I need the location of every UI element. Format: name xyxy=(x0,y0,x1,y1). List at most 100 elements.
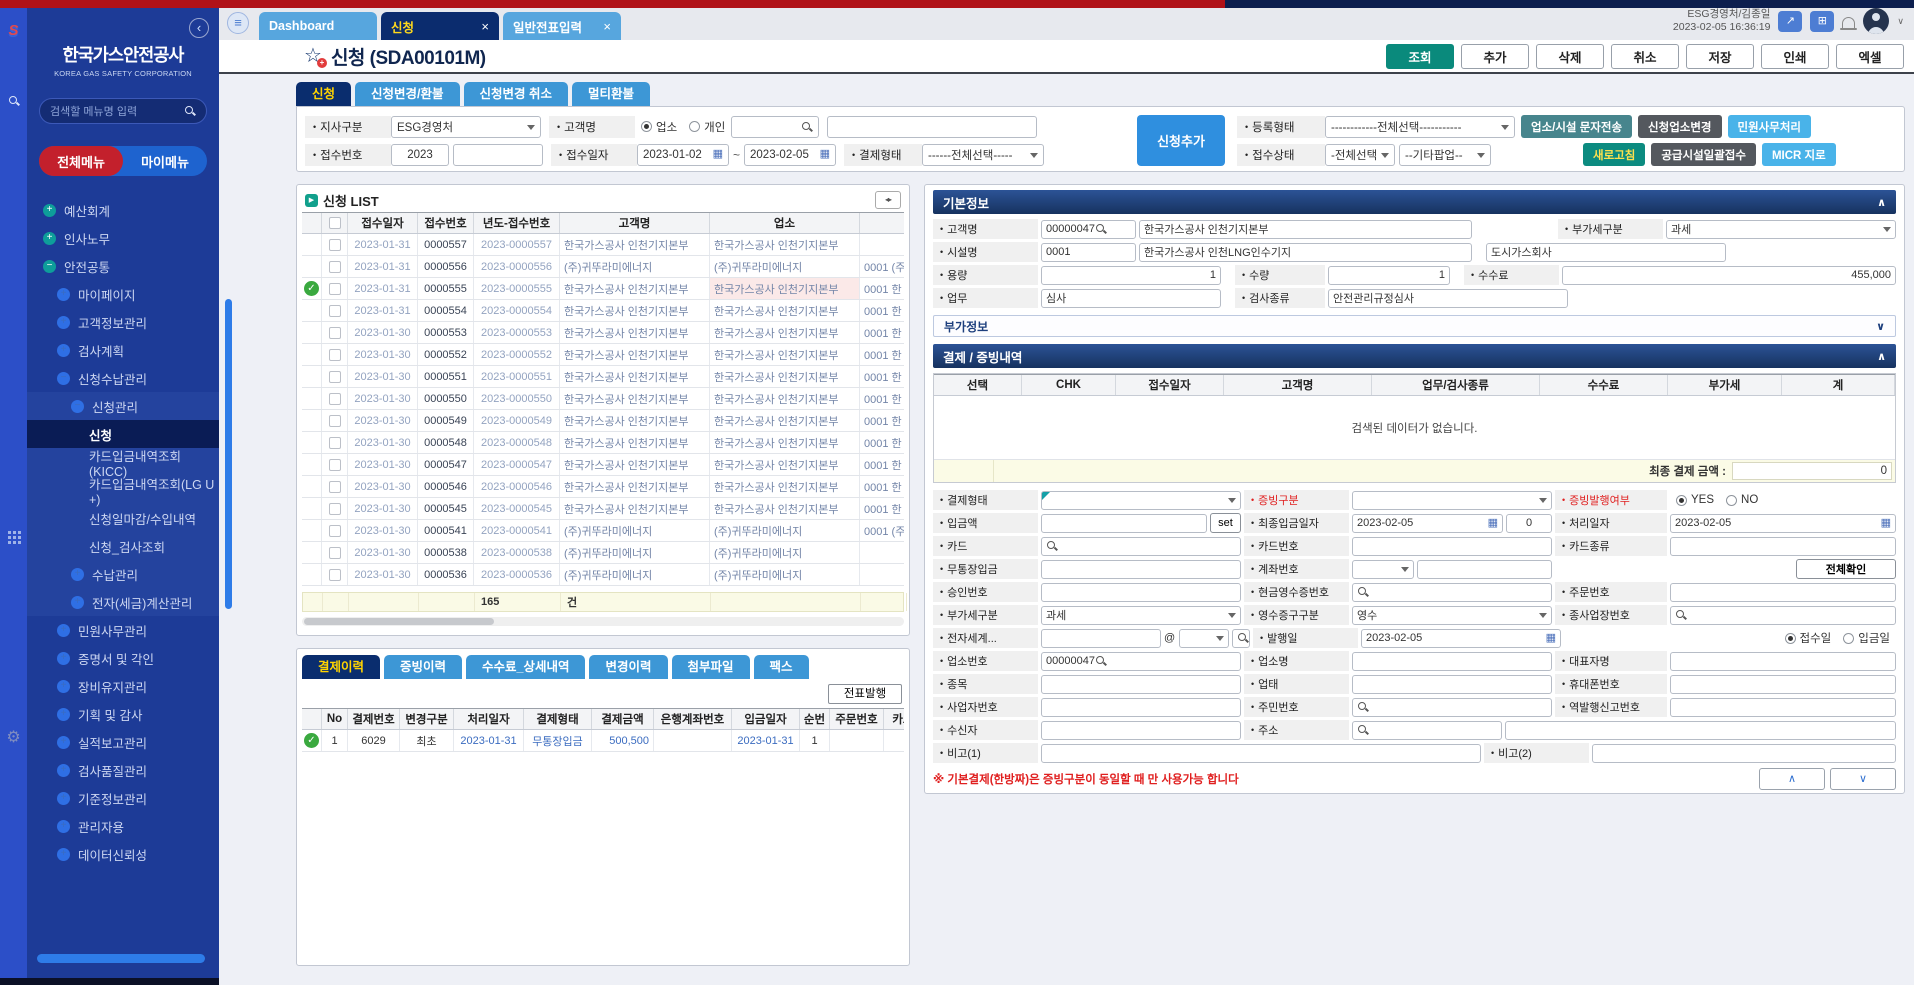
subtab[interactable]: 신청변경/환불 xyxy=(355,82,459,106)
favorite-star-icon[interactable]: ☆+ xyxy=(304,46,322,66)
status-select[interactable]: -전체선택 xyxy=(1325,144,1395,166)
sidebar-item[interactable]: +데이터신뢰성 xyxy=(27,840,219,868)
payment-section-header[interactable]: 결제 / 증빙내역 ∧ xyxy=(933,344,1896,368)
search-input[interactable] xyxy=(1352,698,1552,717)
history-row[interactable]: ✓16029최초2023-01-31무통장입금500,5002023-01-31… xyxy=(302,730,904,752)
search-input[interactable] xyxy=(1352,583,1552,602)
row-checkbox[interactable] xyxy=(329,415,341,427)
sidebar-item[interactable]: +장비유지관리 xyxy=(27,672,219,700)
sidebar-scrollbar[interactable] xyxy=(37,954,205,963)
checkbox-cell[interactable] xyxy=(322,410,348,431)
checkbox-cell[interactable] xyxy=(322,366,348,387)
row-checkbox[interactable] xyxy=(329,481,341,493)
history-tab[interactable]: 첨부파일 xyxy=(672,655,750,679)
expand-plus-icon[interactable]: + xyxy=(43,204,56,217)
sidebar-item[interactable]: +기준정보관리 xyxy=(27,784,219,812)
checkbox-cell[interactable] xyxy=(322,278,348,299)
row-checkbox[interactable] xyxy=(329,349,341,361)
micr-giro-button[interactable]: MICR 지로 xyxy=(1762,143,1836,166)
table-row[interactable]: 2023-01-3000005532023-0000553한국가스공사 인천기지… xyxy=(302,322,904,344)
row-checkbox[interactable] xyxy=(329,371,341,383)
scroll-up-button[interactable]: ∧ xyxy=(1759,768,1825,790)
expand-plus-icon[interactable]: + xyxy=(57,848,70,861)
confirm-all-button[interactable]: 전체확인 xyxy=(1796,559,1896,579)
scroll-down-button[interactable]: ∨ xyxy=(1830,768,1896,790)
extra-info-header[interactable]: 부가정보 ∨ xyxy=(933,315,1896,337)
toolbar-button[interactable]: 저장 xyxy=(1686,44,1754,69)
radio-button[interactable] xyxy=(1785,633,1796,644)
search-icon[interactable] xyxy=(8,95,20,107)
sidebar-item[interactable]: +마이페이지 xyxy=(27,280,219,308)
notification-bell-icon[interactable] xyxy=(1842,17,1855,28)
checkbox-cell[interactable] xyxy=(322,300,348,321)
expand-plus-icon[interactable]: + xyxy=(71,596,84,609)
my-menu-button[interactable]: 마이메뉴 xyxy=(123,146,207,176)
text-input[interactable]: 1 xyxy=(1041,266,1221,285)
expand-plus-icon[interactable]: + xyxy=(57,652,70,665)
checkbox-cell[interactable] xyxy=(322,520,348,541)
text-input[interactable] xyxy=(1505,721,1896,740)
row-checkbox[interactable] xyxy=(329,569,341,581)
bulk-receipt-button[interactable]: 공급시설일괄접수 xyxy=(1651,143,1756,166)
text-input[interactable] xyxy=(1041,583,1241,602)
registration-type-select[interactable]: ------------전체선택----------- xyxy=(1325,116,1515,138)
calendar-icon[interactable]: ▦ xyxy=(1546,633,1556,644)
text-input[interactable] xyxy=(1592,744,1896,763)
text-input[interactable] xyxy=(1670,675,1896,694)
sidebar-item[interactable]: +기획 및 감사 xyxy=(27,700,219,728)
branch-select[interactable]: ESG경영처 xyxy=(391,116,541,138)
date-input[interactable]: 2023-02-05▦ xyxy=(1670,514,1896,533)
text-input[interactable]: 455,000 xyxy=(1562,266,1896,285)
text-input[interactable] xyxy=(1041,560,1241,579)
table-row[interactable]: 2023-01-3000005492023-0000549한국가스공사 인천기지… xyxy=(302,410,904,432)
history-tab[interactable]: 변경이력 xyxy=(589,655,667,679)
text-input[interactable] xyxy=(1041,721,1241,740)
sidebar-item[interactable]: +예산회계 xyxy=(27,196,219,224)
calendar-icon[interactable]: ▦ xyxy=(1488,518,1498,529)
receipt-no-input[interactable] xyxy=(453,144,543,166)
change-business-button[interactable]: 신청업소변경 xyxy=(1638,115,1721,138)
sidebar-item[interactable]: 신청 xyxy=(27,420,219,448)
sms-send-button[interactable]: 업소/시설 문자전송 xyxy=(1521,115,1632,138)
table-row[interactable]: 2023-01-3000005452023-0000545한국가스공사 인천기지… xyxy=(302,498,904,520)
tab-일반전표입력[interactable]: 일반전표입력× xyxy=(503,12,621,40)
toolbar-button[interactable]: 삭제 xyxy=(1536,44,1604,69)
history-tab[interactable]: 결제이력 xyxy=(302,655,380,679)
customer-name-input[interactable] xyxy=(827,116,1037,138)
expand-plus-icon[interactable]: + xyxy=(57,764,70,777)
select-input[interactable] xyxy=(1352,560,1414,579)
select-input[interactable]: 과세 xyxy=(1041,606,1241,625)
checkbox-cell[interactable] xyxy=(322,234,348,255)
toolbar-button[interactable]: 추가 xyxy=(1461,44,1529,69)
search-input[interactable] xyxy=(1352,721,1502,740)
sidebar-item[interactable]: +관리자용 xyxy=(27,812,219,840)
text-input[interactable]: 1 xyxy=(1328,266,1450,285)
collapse-minus-icon[interactable]: − xyxy=(71,400,84,413)
text-input[interactable] xyxy=(1041,698,1241,717)
history-tab[interactable]: 팩스 xyxy=(754,655,809,679)
search-button[interactable] xyxy=(1232,629,1250,648)
sidebar-item[interactable]: +검사계획 xyxy=(27,336,219,364)
text-input[interactable] xyxy=(1041,675,1241,694)
sidebar-item[interactable]: 카드입금내역조회 (KICC) xyxy=(27,448,219,476)
table-row[interactable]: 2023-01-3000005362023-0000536(주)귀뚜라미에너지(… xyxy=(302,564,904,586)
expand-plus-icon[interactable]: + xyxy=(57,820,70,833)
row-checkbox[interactable] xyxy=(329,239,341,251)
calendar-icon[interactable]: ▦ xyxy=(1881,518,1891,529)
customer-code-input[interactable] xyxy=(731,116,819,138)
expand-plus-icon[interactable]: + xyxy=(57,736,70,749)
search-icon[interactable] xyxy=(1675,609,1687,621)
search-input[interactable] xyxy=(1670,606,1896,625)
sidebar-item[interactable]: +검사품질관리 xyxy=(27,756,219,784)
user-menu-chevron-icon[interactable]: ∨ xyxy=(1897,16,1904,27)
text-input[interactable]: 심사 xyxy=(1041,289,1221,308)
tab-close-icon[interactable]: × xyxy=(603,19,611,34)
text-input[interactable] xyxy=(1670,583,1896,602)
text-input[interactable] xyxy=(1417,560,1552,579)
select-input[interactable]: 과세 xyxy=(1666,220,1896,239)
search-icon[interactable] xyxy=(1357,701,1369,713)
search-input[interactable]: 00000047 xyxy=(1041,220,1136,239)
text-input[interactable] xyxy=(1352,652,1552,671)
table-row[interactable]: 2023-01-3000005502023-0000550한국가스공사 인천기지… xyxy=(302,388,904,410)
subtab[interactable]: 신청 xyxy=(296,82,351,106)
